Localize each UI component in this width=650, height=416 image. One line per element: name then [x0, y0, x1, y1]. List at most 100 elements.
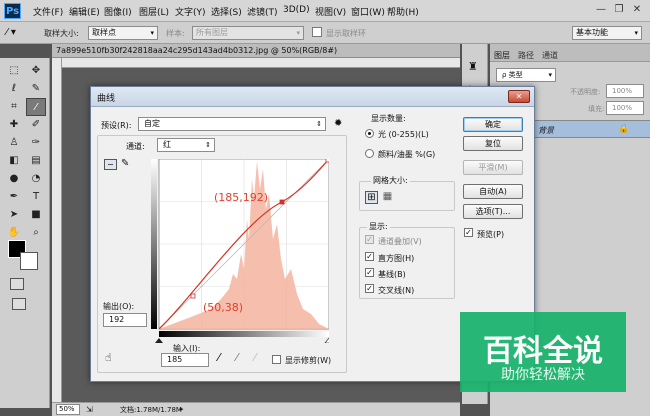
- curve-point-1[interactable]: [279, 199, 285, 205]
- pigment-radio[interactable]: [365, 149, 374, 161]
- zoom-field[interactable]: 50%: [56, 404, 80, 415]
- eraser-tool-icon[interactable]: ◧: [4, 152, 24, 170]
- quick-select-tool-icon[interactable]: ✎: [26, 80, 46, 98]
- black-eyedropper-icon[interactable]: ⁄: [218, 351, 220, 364]
- clone-stamp-tool-icon[interactable]: ♙: [4, 134, 24, 152]
- minimize-icon[interactable]: —: [594, 3, 608, 17]
- path-select-tool-icon[interactable]: ➤: [4, 206, 24, 224]
- target-adjust-icon[interactable]: ☝: [105, 351, 112, 364]
- menu-edit[interactable]: 编辑(E): [69, 5, 100, 18]
- tab-layers[interactable]: 图层: [494, 50, 510, 61]
- dodge-tool-icon[interactable]: ◔: [26, 170, 46, 188]
- intersection-checkbox[interactable]: ✓: [365, 284, 374, 293]
- channel-overlay-label: 通道叠加(V): [378, 237, 422, 246]
- opacity-label: 不透明度:: [570, 88, 601, 96]
- menu-filter[interactable]: 滤镜(T): [247, 5, 278, 18]
- output-input[interactable]: 192: [103, 313, 147, 327]
- smooth-button[interactable]: 平滑(M): [463, 160, 523, 175]
- preview-label: 预览(P): [477, 230, 505, 239]
- export-icon[interactable]: ⇲: [86, 405, 93, 414]
- pencil-icon[interactable]: ✎: [121, 158, 129, 169]
- blur-tool-icon[interactable]: ●: [4, 170, 24, 188]
- gradient-tool-icon[interactable]: ▤: [26, 152, 46, 170]
- display-amount-title: 显示数量:: [371, 114, 406, 123]
- show-ring-checkbox[interactable]: [312, 27, 322, 40]
- menu-view[interactable]: 视图(V): [315, 5, 346, 18]
- document-tab[interactable]: 7a899e510fb30f242818aa24c295d143ad4b0312…: [52, 44, 460, 58]
- menu-layer[interactable]: 图层(L): [139, 5, 169, 18]
- eyedropper-tool-icon[interactable]: ⁄: [26, 98, 46, 116]
- histogram-checkbox[interactable]: ✓: [365, 252, 374, 261]
- reset-button[interactable]: 复位: [463, 136, 523, 151]
- crop-tool-icon[interactable]: ⌗: [4, 98, 24, 116]
- menu-help[interactable]: 帮助(H): [387, 5, 419, 18]
- black-point-slider[interactable]: [155, 338, 163, 343]
- light-label: 光 (0-255)(L): [378, 130, 429, 139]
- curve-point-2[interactable]: [190, 293, 196, 299]
- pen-tool-icon[interactable]: ✒: [4, 188, 24, 206]
- options-button[interactable]: 选项(T)...: [463, 204, 523, 219]
- move-tool-icon[interactable]: ✥: [26, 62, 46, 80]
- layer-filter-value: ρ 类型: [502, 71, 523, 79]
- sample-size-select[interactable]: 取样点 ▾: [88, 26, 158, 40]
- history-brush-tool-icon[interactable]: ✑: [26, 134, 46, 152]
- healing-brush-tool-icon[interactable]: ✚: [4, 116, 24, 134]
- history-icon[interactable]: ♜: [468, 60, 478, 73]
- type-tool-icon[interactable]: T: [26, 188, 46, 206]
- eyedropper-preset-icon[interactable]: ⁄ ▾: [6, 26, 32, 40]
- input-gradient-bar: [159, 331, 329, 337]
- sample-value: 所有图层: [196, 28, 228, 37]
- fill-input[interactable]: 100%: [606, 101, 644, 115]
- zoom-tool-icon[interactable]: ⌕: [26, 224, 46, 242]
- workspace-select[interactable]: 基本功能 ▾: [572, 26, 642, 40]
- marquee-tool-icon[interactable]: ⬚: [4, 62, 24, 80]
- channel-select[interactable]: 红 ⇕: [157, 138, 215, 152]
- menu-select[interactable]: 选择(S): [211, 5, 242, 18]
- preview-checkbox[interactable]: ✓: [464, 228, 473, 237]
- window-close-icon[interactable]: ✕: [630, 3, 644, 17]
- lock-icon: 🔒: [618, 124, 630, 134]
- screen-mode-icon[interactable]: [12, 298, 26, 310]
- brush-tool-icon[interactable]: ✐: [26, 116, 46, 134]
- grid-4x4-icon[interactable]: ⊞: [365, 191, 378, 204]
- curve-graph[interactable]: [151, 159, 329, 343]
- restore-icon[interactable]: ❐: [612, 3, 626, 17]
- menu-file[interactable]: 文件(F): [33, 5, 63, 18]
- curve-edit-icon[interactable]: ∼: [104, 159, 117, 170]
- histogram-label: 直方图(H): [378, 254, 415, 263]
- sample-select[interactable]: 所有图层 ▾: [192, 26, 304, 40]
- tab-channels[interactable]: 通道: [542, 50, 558, 61]
- white-eyedropper-icon[interactable]: ⁄: [254, 351, 256, 364]
- close-button[interactable]: ✕: [508, 90, 530, 103]
- checkbox-box: [312, 27, 322, 37]
- app-logo: Ps: [4, 3, 21, 19]
- tab-paths[interactable]: 路径: [518, 50, 534, 61]
- grid-10x10-icon[interactable]: ▦: [381, 191, 394, 204]
- quick-mask-icon[interactable]: [10, 278, 24, 290]
- background-color-swatch[interactable]: [20, 252, 38, 270]
- ok-button[interactable]: 确定: [463, 117, 523, 132]
- show-clipping-checkbox[interactable]: [272, 355, 281, 364]
- preset-gear-icon[interactable]: ✹: [334, 118, 342, 129]
- channel-overlay-checkbox[interactable]: ✓: [365, 235, 374, 244]
- menu-window[interactable]: 窗口(W): [351, 5, 385, 18]
- shape-tool-icon[interactable]: ■: [26, 206, 46, 224]
- white-point-slider[interactable]: [324, 337, 329, 343]
- baseline-checkbox[interactable]: ✓: [365, 268, 374, 277]
- lasso-tool-icon[interactable]: ℓ: [4, 80, 24, 98]
- gray-eyedropper-icon[interactable]: ⁄: [236, 351, 238, 364]
- layer-filter-select[interactable]: ρ 类型 ▾: [496, 68, 556, 82]
- menu-image[interactable]: 图像(I): [104, 5, 132, 18]
- intersection-label: 交叉线(N): [378, 286, 415, 295]
- menu-3d[interactable]: 3D(D): [283, 5, 310, 15]
- light-radio[interactable]: [365, 129, 374, 141]
- menu-type[interactable]: 文字(Y): [175, 5, 206, 18]
- panel-tab-bar: [490, 44, 650, 62]
- curve-endpoint-top[interactable]: [325, 159, 329, 163]
- input-field[interactable]: 185: [161, 353, 209, 367]
- preset-select[interactable]: 自定 ⇕: [138, 117, 326, 131]
- auto-button[interactable]: 自动(A): [463, 184, 523, 199]
- status-arrow-icon[interactable]: ▸: [180, 405, 184, 413]
- chevron-down-icon: ▾: [634, 29, 638, 37]
- opacity-input[interactable]: 100%: [606, 84, 644, 98]
